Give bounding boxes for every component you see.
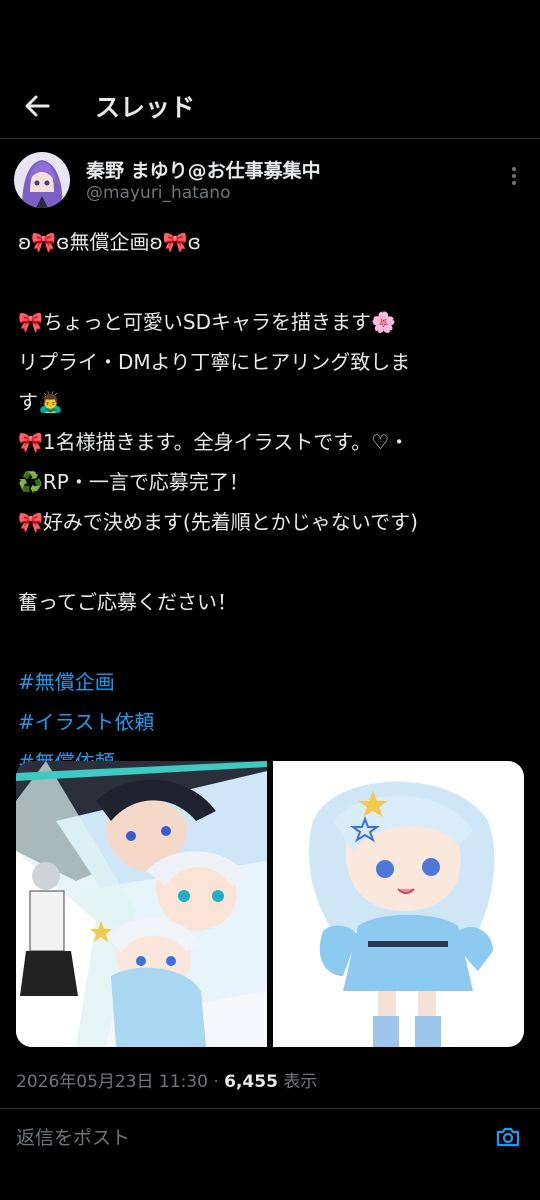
illustration-image-1[interactable] (16, 761, 267, 1047)
tweet-line: ʚ🎀ɞ無償企画ʚ🎀ɞ (18, 230, 201, 254)
tweet-line: 🎀1名様描きます。全身イラストです。♡・ (18, 430, 410, 454)
back-button[interactable] (18, 86, 58, 126)
camera-button[interactable] (494, 1123, 522, 1151)
author-handle[interactable]: @mayuri_hatano (86, 183, 230, 203)
tweet-line: 🎀ちょっと可愛いSDキャラを描きます🌸 (18, 310, 396, 334)
author-name[interactable]: 秦野 まゆり@お仕事募集中 (86, 156, 321, 183)
reply-bar: 返信をポスト (0, 1109, 540, 1164)
illustration-image-2[interactable] (273, 761, 524, 1047)
reply-input[interactable]: 返信をポスト (16, 1123, 130, 1150)
camera-icon (496, 1127, 520, 1147)
hashtag-link[interactable]: #イラスト依頼 (18, 702, 528, 742)
tweet-line: リプライ・DMより丁寧にヒアリング致しま (18, 350, 411, 374)
more-button[interactable] (502, 164, 526, 188)
view-count[interactable]: 6,455 (224, 1072, 278, 1092)
hashtag-link[interactable]: #無償企画 (18, 662, 528, 702)
more-vertical-icon (512, 167, 516, 185)
page-title: スレッド (95, 93, 196, 122)
post-datetime: 2026年05月23日 11:30 · (16, 1072, 225, 1092)
tweet-body: ʚ🎀ɞ無償企画ʚ🎀ɞ 🎀ちょっと可愛いSDキャラを描きます🌸 リプライ・DMより… (18, 222, 528, 782)
tweet-line: 奮ってご応募ください！ (18, 590, 237, 614)
tweet-line: 🎀好みで決めます(先着順とかじゃないです) (18, 510, 418, 534)
tweet-line: す🙇‍♂️ (18, 390, 63, 414)
avatar[interactable] (14, 152, 70, 208)
top-bar: スレッド (0, 0, 540, 139)
tweet-line: ♻️RP・一言で応募完了！ (18, 470, 249, 494)
view-label: 表示 (277, 1072, 318, 1092)
author-row: 秦野 まゆり@お仕事募集中 @mayuri_hatano (14, 152, 526, 212)
arrow-left-icon (25, 95, 50, 117)
tweet-meta: 2026年05月23日 11:30 · 6,455 表示 (16, 1067, 317, 1092)
media-gallery (16, 761, 524, 1047)
system-navigation-bar (0, 1165, 540, 1200)
